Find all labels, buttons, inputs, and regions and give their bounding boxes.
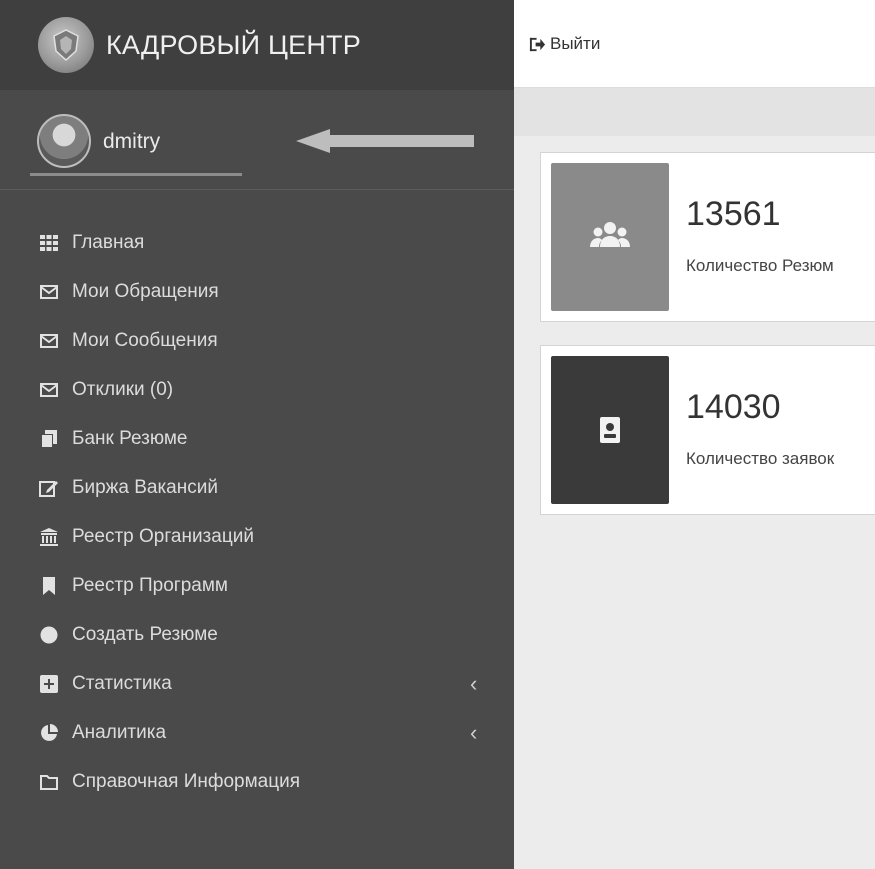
id-card-icon [600, 417, 620, 443]
sidebar-item-label: Создать Резюме [72, 623, 218, 645]
content-header [514, 88, 875, 136]
circle-icon [38, 624, 60, 646]
sidebar-item-label: Мои Сообщения [72, 329, 218, 351]
plus-square-icon [38, 673, 60, 695]
sidebar-item-label: Биржа Вакансий [72, 476, 218, 498]
sidebar-item-label: Мои Обращения [72, 280, 219, 302]
files-icon [38, 428, 60, 450]
stat-card-resumes[interactable]: 13561 Количество Резюм [540, 152, 875, 322]
institution-icon [38, 526, 60, 548]
chevron-left-icon[interactable]: ‹ [470, 720, 477, 746]
user-panel[interactable]: dmitry [0, 100, 514, 190]
sidebar-item-my-requests[interactable]: Мои Обращения [0, 267, 514, 316]
card-value: 14030 [686, 388, 781, 426]
card-label: Количество заявок [686, 449, 835, 468]
users-icon [590, 222, 630, 247]
top-bar: Выйти [514, 0, 875, 88]
stat-card-applications[interactable]: 14030 Количество заявок [540, 345, 875, 515]
sidebar-item-create-resume[interactable]: Создать Резюме [0, 610, 514, 659]
card-value: 13561 [686, 195, 781, 233]
sidebar-item-organizations[interactable]: Реестр Организаций [0, 512, 514, 561]
sidebar-item-label: Отклики (0) [72, 378, 174, 400]
chevron-left-icon[interactable]: ‹ [470, 671, 477, 697]
sidebar-item-analytics[interactable]: Аналитика ‹ [0, 708, 514, 757]
sidebar-item-label: Реестр Программ [72, 574, 228, 596]
envelope-icon [38, 330, 60, 352]
user-avatar[interactable] [37, 114, 91, 168]
brand-header[interactable]: КАДРОВЫЙ ЦЕНТР [0, 0, 514, 90]
pie-chart-icon [38, 722, 60, 744]
sidebar: КАДРОВЫЙ ЦЕНТР dmitry Главная Мои Обраще… [0, 0, 514, 869]
card-label: Количество Резюм [686, 256, 834, 275]
sidebar-item-statistics[interactable]: Статистика ‹ [0, 659, 514, 708]
card-icon-box [551, 163, 669, 311]
sidebar-menu: Главная Мои Обращения Мои Сообщения Откл… [0, 218, 514, 806]
envelope-icon [38, 281, 60, 303]
logout-label: Выйти [550, 34, 601, 53]
grid-icon [38, 232, 60, 254]
sidebar-item-label: Главная [72, 231, 145, 253]
sidebar-item-label: Статистика [72, 672, 172, 694]
brand-title: КАДРОВЫЙ ЦЕНТР [106, 29, 361, 60]
user-underline [30, 173, 242, 176]
sidebar-item-label: Справочная Информация [72, 770, 301, 792]
bookmark-icon [38, 575, 60, 597]
edit-icon [38, 477, 60, 499]
app: КАДРОВЫЙ ЦЕНТР dmitry Главная Мои Обраще… [0, 0, 875, 869]
sidebar-item-reference-info[interactable]: Справочная Информация [0, 757, 514, 806]
divider [0, 189, 514, 190]
sidebar-item-programs[interactable]: Реестр Программ [0, 561, 514, 610]
sidebar-item-label: Аналитика [72, 721, 167, 743]
sidebar-item-vacancies[interactable]: Биржа Вакансий [0, 463, 514, 512]
envelope-icon [38, 379, 60, 401]
sidebar-item-responses[interactable]: Отклики (0) [0, 365, 514, 414]
sidebar-item-label: Реестр Организаций [72, 525, 254, 547]
logout-button[interactable]: Выйти [528, 34, 600, 54]
sidebar-item-home[interactable]: Главная [0, 218, 514, 267]
sidebar-item-my-messages[interactable]: Мои Сообщения [0, 316, 514, 365]
sidebar-item-resume-bank[interactable]: Банк Резюме [0, 414, 514, 463]
emblem-icon [38, 17, 94, 73]
sign-out-icon [528, 35, 546, 53]
user-name[interactable]: dmitry [103, 130, 160, 154]
card-icon-box [551, 356, 669, 504]
arrow-left-icon [296, 129, 474, 153]
sidebar-item-label: Банк Резюме [72, 427, 188, 449]
folder-icon [38, 771, 60, 793]
